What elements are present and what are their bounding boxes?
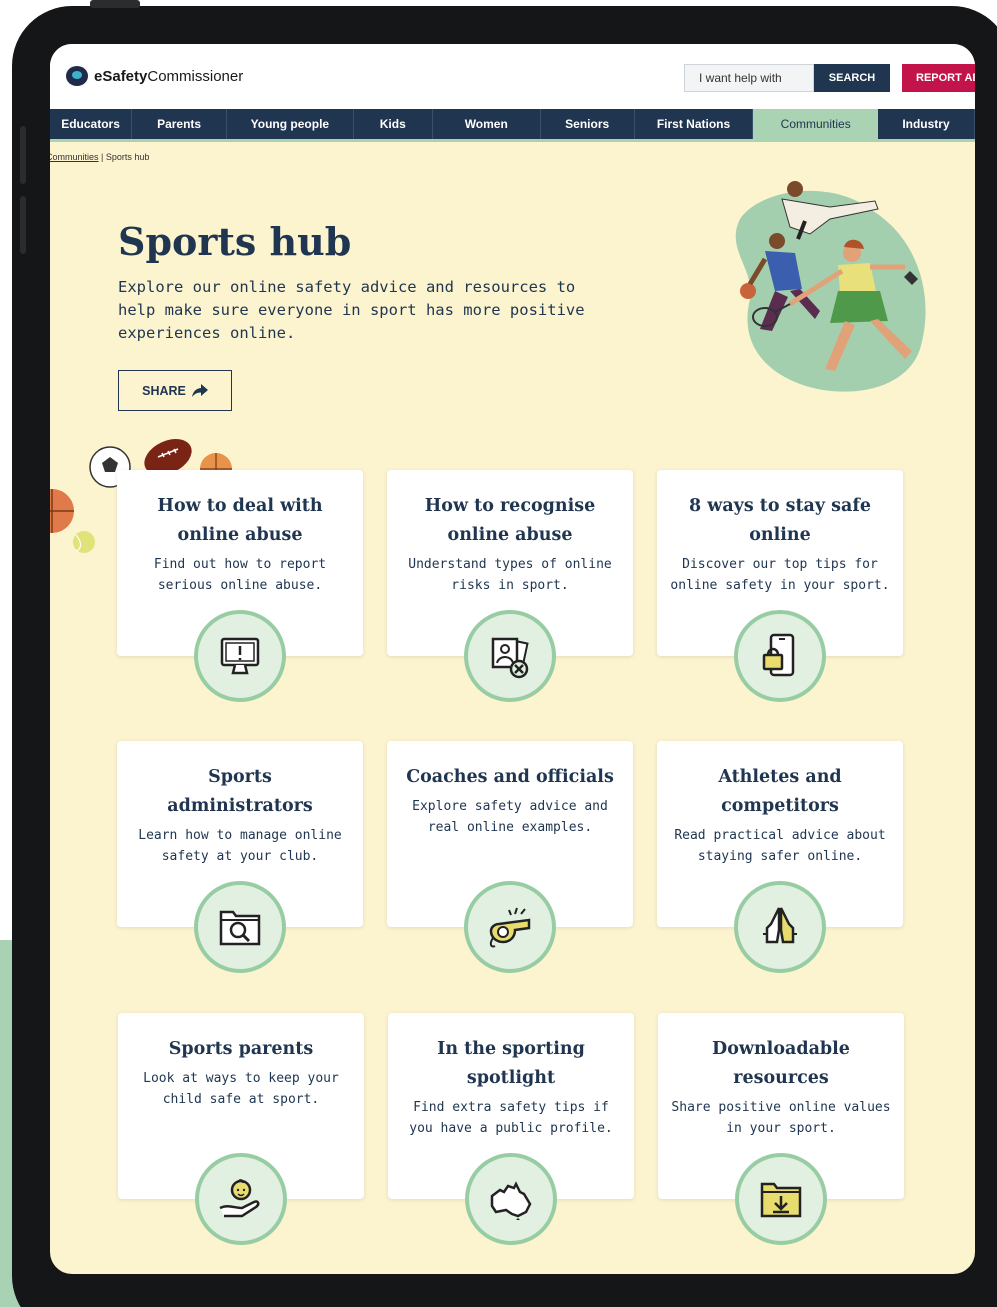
card-sports-parents[interactable]: Sports parents Look at ways to keep your… bbox=[118, 1013, 364, 1245]
breadcrumb-current: Sports hub bbox=[105, 152, 150, 162]
card-deal-with-abuse[interactable]: How to deal with online abuse Find out h… bbox=[117, 470, 363, 702]
nav-item-women[interactable]: Women bbox=[433, 109, 541, 139]
monitor-alert-icon bbox=[194, 610, 286, 702]
card-title: Coaches and officials bbox=[406, 767, 614, 787]
breadcrumb-link-communities[interactable]: Communities bbox=[50, 152, 99, 162]
share-button[interactable]: SHARE bbox=[118, 370, 232, 411]
card-title: Sports administrators bbox=[167, 767, 313, 816]
phone-lock-icon bbox=[734, 610, 826, 702]
esafety-logo-icon bbox=[66, 66, 88, 86]
card-recognise-abuse[interactable]: How to recognise online abuse Understand… bbox=[387, 470, 633, 702]
card-description: Discover our top tips for online safety … bbox=[670, 557, 890, 593]
nav-item-parents[interactable]: Parents bbox=[132, 109, 228, 139]
baby-hand-icon bbox=[195, 1153, 287, 1245]
card-sports-administrators[interactable]: Sports administrators Learn how to manag… bbox=[117, 741, 363, 973]
card-athletes-competitors[interactable]: Athletes and competitors Read practical … bbox=[657, 741, 903, 973]
card-title: Downloadable resources bbox=[712, 1039, 850, 1088]
search-button[interactable]: SEARCH bbox=[814, 64, 890, 92]
nav-item-educators[interactable]: Educators bbox=[50, 109, 133, 139]
card-description: Find out how to report serious online ab… bbox=[153, 557, 327, 593]
page-title: Sports hub bbox=[118, 219, 352, 264]
card-description: Understand types of online risks in spor… bbox=[408, 557, 612, 593]
card-description: Read practical advice about staying safe… bbox=[674, 828, 886, 864]
page-intro: Explore our online safety advice and res… bbox=[118, 278, 585, 342]
help-search-input[interactable]: I want help with bbox=[684, 64, 814, 92]
site-logo[interactable]: eSafetyCommissioner bbox=[66, 66, 243, 86]
tablet-power-button bbox=[90, 0, 140, 8]
report-abuse-button[interactable]: REPORT AB bbox=[902, 64, 975, 92]
share-label: SHARE bbox=[142, 383, 186, 398]
card-description: Share positive online values in your spo… bbox=[671, 1100, 891, 1136]
hands-icon bbox=[734, 881, 826, 973]
folder-search-icon bbox=[194, 881, 286, 973]
card-title: How to deal with online abuse bbox=[157, 496, 323, 545]
folder-download-icon bbox=[735, 1153, 827, 1245]
logo-bold-text: eSafety bbox=[94, 67, 148, 85]
card-title: Sports parents bbox=[168, 1039, 314, 1059]
card-downloadable-resources[interactable]: Downloadable resources Share positive on… bbox=[658, 1013, 904, 1245]
photo-cross-icon bbox=[464, 610, 556, 702]
breadcrumb: Communities | Sports hub bbox=[50, 152, 149, 162]
card-coaches-officials[interactable]: Coaches and officials Explore safety adv… bbox=[387, 741, 633, 973]
athletes-illustration bbox=[735, 181, 926, 392]
whistle-icon bbox=[464, 881, 556, 973]
card-sporting-spotlight[interactable]: In the sporting spotlight Find extra saf… bbox=[388, 1013, 634, 1245]
card-description: Look at ways to keep your child safe at … bbox=[143, 1071, 339, 1107]
nav-item-first-nations[interactable]: First Nations bbox=[635, 109, 754, 139]
card-title: 8 ways to stay safe online bbox=[688, 496, 872, 545]
tablet-volume-button bbox=[20, 196, 26, 254]
nav-item-seniors[interactable]: Seniors bbox=[541, 109, 635, 139]
nav-item-communities[interactable]: Communities bbox=[753, 109, 879, 139]
main-nav: Educators Parents Young people Kids Wome… bbox=[50, 109, 975, 139]
nav-item-industry[interactable]: Industry bbox=[878, 109, 975, 139]
breadcrumb-separator: | bbox=[101, 152, 104, 162]
nav-item-young-people[interactable]: Young people bbox=[227, 109, 354, 139]
card-title: Athletes and competitors bbox=[718, 767, 842, 816]
site-header: eSafetyCommissioner I want help with SEA… bbox=[50, 44, 975, 109]
logo-regular-text: Commissioner bbox=[147, 67, 244, 85]
australia-map-icon bbox=[465, 1153, 557, 1245]
card-description: Explore safety advice and real online ex… bbox=[412, 799, 608, 835]
card-title: How to recognise online abuse bbox=[424, 496, 596, 545]
share-arrow-icon bbox=[191, 384, 208, 397]
nav-active-underline bbox=[50, 139, 975, 142]
card-title: In the sporting spotlight bbox=[437, 1039, 585, 1088]
tablet-screen: eSafetyCommissioner I want help with SEA… bbox=[50, 44, 975, 1274]
nav-item-kids[interactable]: Kids bbox=[354, 109, 433, 139]
tablet-volume-button bbox=[20, 126, 26, 184]
card-description: Learn how to manage online safety at you… bbox=[138, 828, 342, 864]
card-description: Find extra safety tips if you have a pub… bbox=[409, 1100, 613, 1136]
card-8-ways[interactable]: 8 ways to stay safe online Discover our … bbox=[657, 470, 903, 702]
